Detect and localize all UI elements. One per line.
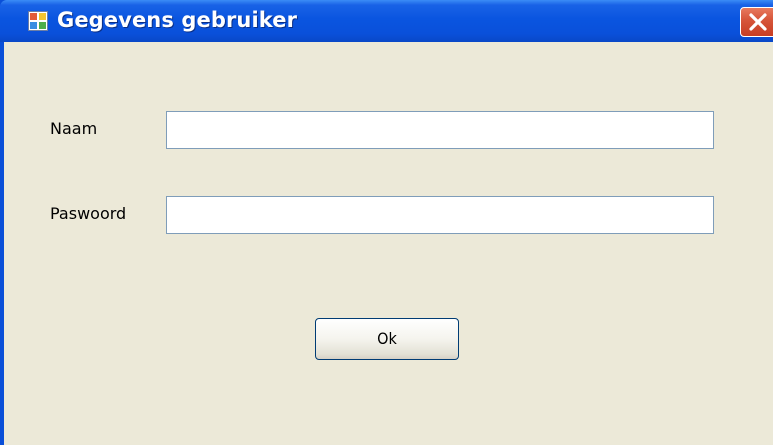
dialog-body: Naam Paswoord Ok — [4, 42, 773, 445]
naam-label: Naam — [50, 119, 98, 138]
paswoord-label: Paswoord — [50, 204, 127, 223]
app-window-icon — [28, 11, 48, 31]
close-button[interactable] — [740, 7, 773, 37]
title-bar[interactable]: Gegevens gebruiker — [0, 0, 773, 42]
naam-input[interactable] — [166, 111, 714, 149]
paswoord-input[interactable] — [166, 196, 714, 234]
dialog-window: Gegevens gebruiker Naam Paswoord Ok — [0, 0, 773, 445]
window-title: Gegevens gebruiker — [57, 8, 298, 32]
ok-button[interactable]: Ok — [315, 318, 459, 360]
close-icon — [749, 13, 767, 31]
